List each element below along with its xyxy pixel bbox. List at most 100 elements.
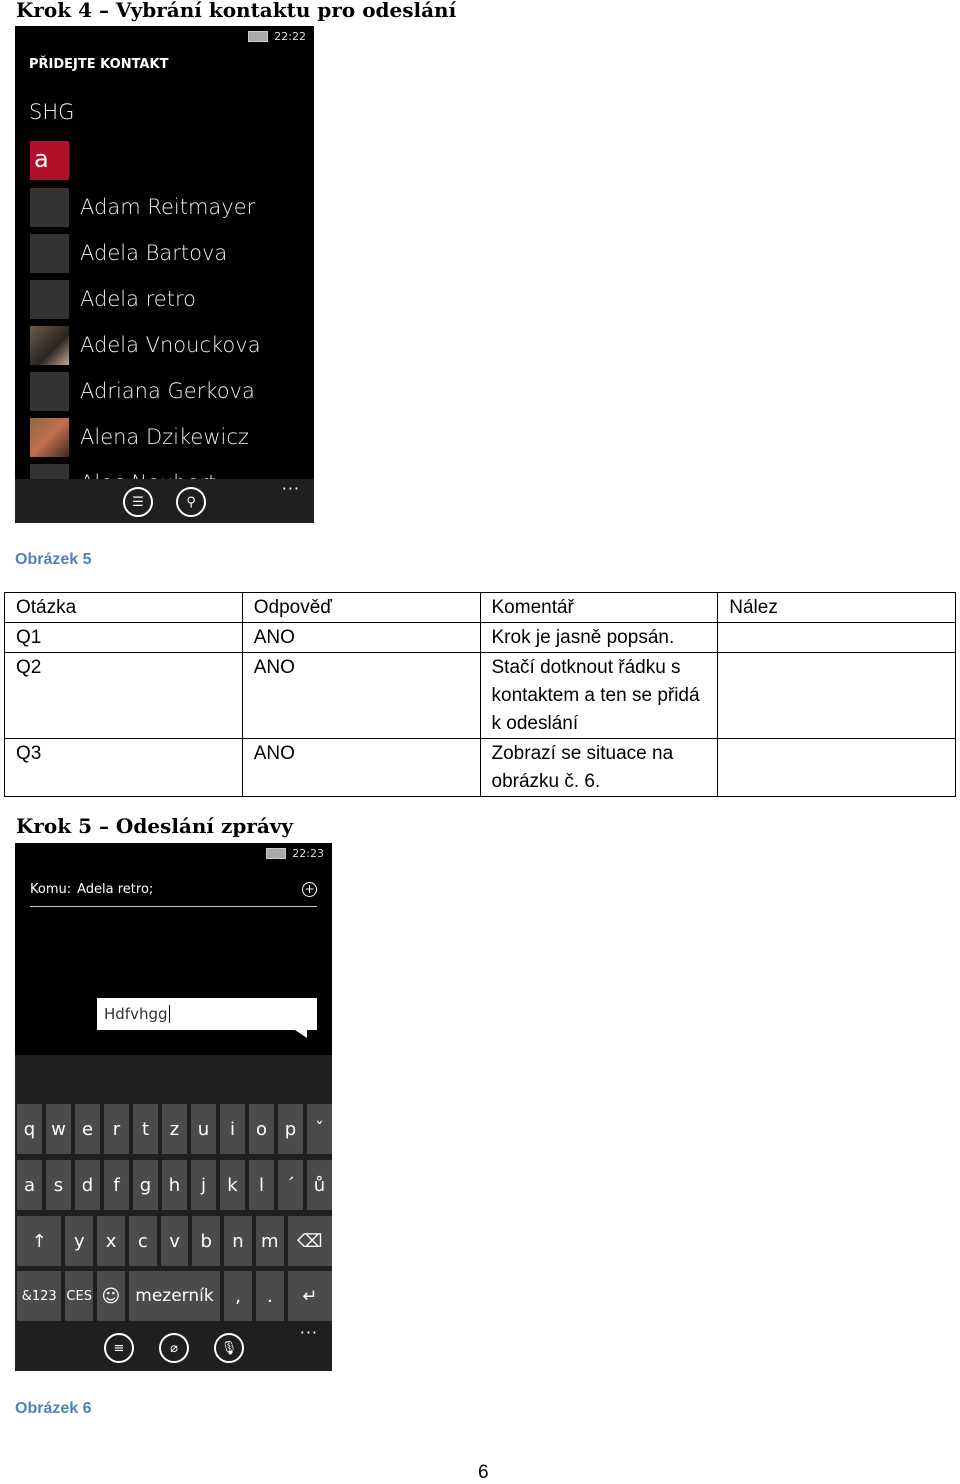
key[interactable]: w: [46, 1104, 71, 1154]
figure-caption: Obrázek 6: [15, 1400, 92, 1417]
app-bar: ☰ ⚲ ···: [15, 479, 314, 523]
key[interactable]: n: [224, 1216, 252, 1266]
key[interactable]: u: [191, 1104, 216, 1154]
page-number: 6: [478, 1462, 489, 1483]
table-header-row: Otázka Odpověď Komentář Nález: [4, 592, 956, 623]
more-icon[interactable]: ···: [300, 1323, 318, 1342]
keyboard-row-3: ↑ y x c v b n m ⌫: [17, 1216, 332, 1266]
header-cell: Komentář: [479, 592, 719, 623]
message-text: Hdfvhgg: [104, 1005, 168, 1023]
cell: Q3: [4, 738, 243, 797]
step4-heading: Krok 4 – Vybrání kontaktu pro odeslání: [16, 0, 457, 22]
add-recipient-icon[interactable]: +: [302, 882, 317, 897]
contact-name: Adela retro: [80, 287, 196, 311]
key[interactable]: b: [192, 1216, 221, 1266]
key[interactable]: e: [75, 1104, 100, 1154]
evaluation-table: Otázka Odpověď Komentář Nález Q1 ANO Krok je …: [4, 592, 956, 797]
key[interactable]: ☺: [97, 1271, 125, 1321]
cell: Stačí dotknout řádku s kontaktem a ten s…: [479, 652, 719, 739]
key[interactable]: ´: [278, 1160, 303, 1210]
avatar: [30, 279, 69, 319]
battery-icon: [248, 31, 269, 42]
table-row: Q3 ANO Zobrazí se situace na obrázku č. 6.: [4, 738, 956, 797]
contact-item[interactable]: Adela retro: [30, 279, 196, 319]
key[interactable]: f: [104, 1160, 129, 1210]
key[interactable]: d: [75, 1160, 100, 1210]
cell: [717, 738, 956, 797]
table-row: Q1 ANO Krok je jasně popsán.: [4, 622, 956, 653]
contact-name: Alena Dzikewicz: [80, 425, 249, 449]
cell: [717, 622, 956, 653]
key[interactable]: r: [104, 1104, 129, 1154]
on-screen-keyboard: qwertzuiopˇ a s d f g h j k l ´ ů ↑ y x c v b n m ⌫ &123 CE…: [15, 1055, 332, 1371]
status-bar: 22:22: [248, 30, 306, 43]
cell: Q1: [4, 622, 243, 653]
key[interactable]: .: [255, 1271, 284, 1321]
document-page: Krok 4 – Vybrání kontaktu pro odeslání 2…: [0, 0, 960, 1484]
contact-item[interactable]: Adriana Gerkova: [30, 371, 255, 411]
contact-name: Adam Reitmayer: [80, 195, 256, 219]
divider: [30, 906, 317, 907]
avatar: [30, 187, 69, 227]
contact-item[interactable]: Adela Bartova: [30, 233, 227, 273]
message-compose-screenshot: 22:23 Komu: Adela retro; + Hdfvhgg qwertz…: [15, 843, 332, 1371]
key[interactable]: ů: [307, 1160, 332, 1210]
key[interactable]: t: [133, 1104, 158, 1154]
key[interactable]: ↑: [17, 1216, 62, 1266]
recipient-field[interactable]: Komu: Adela retro;: [30, 882, 153, 897]
header-cell: Odpověď: [241, 592, 481, 623]
key[interactable]: j: [191, 1160, 216, 1210]
key[interactable]: h: [162, 1160, 187, 1210]
key[interactable]: ˇ: [307, 1104, 332, 1154]
table-row: Q2 ANO Stačí dotknout řádku s kontaktem a …: [4, 652, 956, 739]
keyboard-row-1: qwertzuiopˇ: [17, 1104, 332, 1154]
key[interactable]: ,: [224, 1271, 252, 1321]
key[interactable]: x: [97, 1216, 125, 1266]
key[interactable]: s: [46, 1160, 71, 1210]
key[interactable]: &123: [17, 1271, 62, 1321]
keyboard-row-4: &123 CES ☺ mezerník,. ↵: [17, 1271, 332, 1321]
key[interactable]: p: [278, 1104, 303, 1154]
key[interactable]: q: [17, 1104, 42, 1154]
contact-name: Adela Bartova: [80, 241, 228, 265]
letter-tile-a[interactable]: a: [30, 141, 69, 180]
microphone-icon[interactable]: 🎙: [214, 1333, 244, 1363]
contact-name: Adela Vnouckova: [80, 333, 261, 357]
message-input[interactable]: Hdfvhgg: [97, 998, 317, 1030]
key[interactable]: o: [249, 1104, 274, 1154]
key[interactable]: m: [255, 1216, 284, 1266]
avatar: [30, 325, 69, 365]
contact-item[interactable]: Adela Vnouckova: [30, 325, 261, 365]
contact-item[interactable]: Adam Reitmayer: [30, 187, 255, 227]
quick-reply-icon[interactable]: ≡: [104, 1333, 134, 1363]
cell: Zobrazí se situace na obrázku č. 6.: [479, 738, 719, 797]
battery-icon: [266, 848, 287, 859]
key[interactable]: ⌫: [287, 1216, 332, 1266]
contact-name: Adriana Gerkova: [80, 379, 255, 403]
key[interactable]: y: [65, 1216, 94, 1266]
bubble-tail: [295, 1030, 307, 1038]
header-cell: Otázka: [4, 592, 243, 623]
contact-item[interactable]: Alena Dzikewicz: [30, 417, 249, 457]
search-icon[interactable]: ⚲: [176, 487, 206, 517]
key[interactable]: l: [249, 1160, 274, 1210]
attach-icon[interactable]: ⌀: [159, 1333, 189, 1363]
key[interactable]: z: [162, 1104, 187, 1154]
avatar: [30, 233, 69, 273]
select-list-icon[interactable]: ☰: [123, 487, 153, 517]
keyboard-row-2: a s d f g h j k l ´ ů: [17, 1160, 332, 1210]
key[interactable]: g: [133, 1160, 158, 1210]
more-icon[interactable]: ···: [282, 479, 300, 498]
cell: Q2: [4, 652, 243, 739]
key[interactable]: c: [128, 1216, 157, 1266]
key[interactable]: a: [17, 1160, 42, 1210]
key[interactable]: i: [220, 1104, 245, 1154]
avatar: [30, 417, 69, 457]
key[interactable]: v: [160, 1216, 189, 1266]
key[interactable]: k: [220, 1160, 245, 1210]
to-label: Komu:: [30, 882, 72, 897]
group-name: SHG: [29, 100, 75, 124]
key[interactable]: CES: [65, 1271, 94, 1321]
key[interactable]: mezerník: [128, 1271, 221, 1321]
key[interactable]: ↵: [287, 1271, 332, 1321]
